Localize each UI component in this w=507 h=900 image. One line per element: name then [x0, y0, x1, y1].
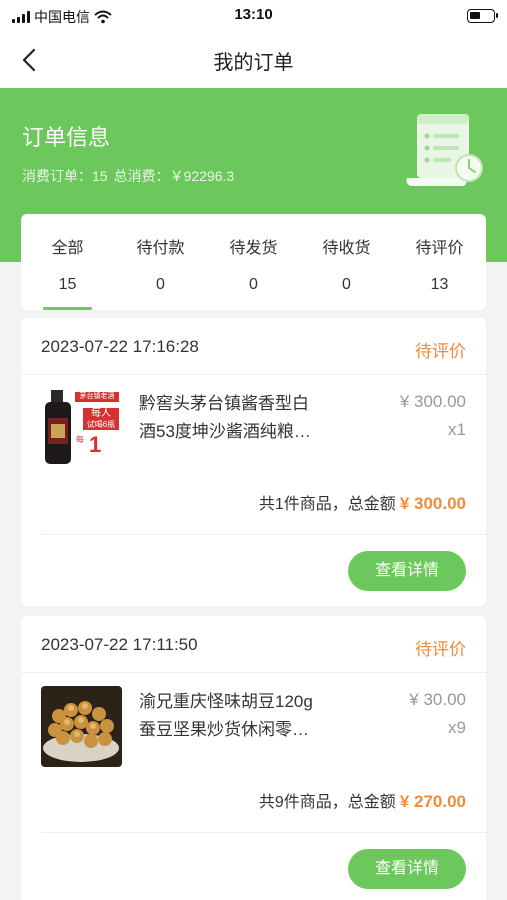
tab-0[interactable]: 全部 15 [21, 214, 114, 310]
tab-2[interactable]: 待发货 0 [207, 214, 300, 310]
product-name-line: 蚕豆坚果炒货休闲零… [139, 720, 309, 739]
order-total: ¥ 300.00 [399, 494, 466, 513]
summary-stats: 消费订单：15 总消费：￥92296.3 [22, 166, 234, 186]
total-spend-label: 总消费：￥92296.3 [113, 168, 235, 184]
tab-label: 待评价 [415, 240, 464, 257]
view-details-button[interactable]: 查看详情 [348, 551, 466, 591]
order-card: 2023-07-22 17:16:28 待评价 茅台镇老酒 每人 试喝6瓶 每 … [21, 318, 486, 606]
page-title: 我的订单 [213, 52, 294, 74]
tab-count: 0 [249, 276, 258, 293]
tab-count: 15 [58, 276, 77, 293]
product-name-line: 黔窖头茅台镇酱香型白 [139, 394, 309, 413]
tab-count: 13 [430, 276, 449, 293]
thumb-line1: 每人 [91, 408, 111, 419]
tab-1[interactable]: 待付款 0 [114, 214, 207, 310]
unit-price: ¥ 300.00 [399, 392, 466, 411]
quantity: x9 [448, 718, 466, 737]
tab-label: 全部 [51, 240, 84, 257]
tab-3[interactable]: 待收货 0 [300, 214, 393, 310]
clock: 13:10 [234, 6, 273, 23]
tab-label: 待收货 [322, 240, 371, 257]
product-name[interactable]: 黔窖头茅台镇酱香型白 酒53度坤沙酱酒纯粮… [139, 390, 349, 446]
nav-bar: 我的订单 [0, 32, 507, 88]
product-name-line: 渝兄重庆怪味胡豆120g [139, 692, 313, 711]
product-thumbnail[interactable]: 茅台镇老酒 每人 试喝6瓶 每 1 [41, 388, 122, 469]
product-name-line: 酒53度坤沙酱酒纯粮… [139, 422, 311, 441]
tab-label: 待发货 [229, 240, 278, 257]
thumb-side: 每 [76, 435, 84, 444]
tab-count: 0 [342, 276, 351, 293]
order-summary: 共1件商品，总金额 ¥ 300.00 [259, 490, 466, 514]
quantity: x1 [448, 420, 466, 439]
status-bar: 中国电信 13:10 [0, 0, 507, 32]
product-name[interactable]: 渝兄重庆怪味胡豆120g 蚕豆坚果炒货休闲零… [139, 688, 349, 744]
thumb-number: 1 [89, 432, 102, 457]
divider [41, 832, 486, 833]
order-datetime: 2023-07-22 17:11:50 [41, 635, 198, 654]
order-summary: 共9件商品，总金额 ¥ 270.00 [259, 788, 466, 812]
order-count-label: 消费订单：15 [22, 168, 108, 184]
thumb-banner: 茅台镇老酒 [79, 393, 115, 400]
order-status: 待评价 [415, 342, 466, 361]
tab-4[interactable]: 待评价 13 [393, 214, 486, 310]
product-thumbnail[interactable] [41, 686, 122, 767]
order-status-tabs: 全部 15 待付款 0 待发货 0 待收货 0 待评价 13 [21, 214, 486, 310]
divider [41, 534, 486, 535]
order-datetime: 2023-07-22 17:16:28 [41, 337, 199, 356]
summary-label: 共1件商品，总金额 [258, 496, 396, 513]
thumb-line2: 试喝6瓶 [86, 420, 116, 429]
view-details-button[interactable]: 查看详情 [348, 849, 466, 889]
tab-label: 待付款 [136, 240, 185, 257]
tab-count: 0 [156, 276, 165, 293]
divider [21, 374, 486, 375]
order-status: 待评价 [415, 640, 466, 659]
fava-beans-image [41, 686, 122, 767]
order-card: 2023-07-22 17:11:50 待评价 渝兄重庆怪味胡豆120g 蚕豆坚… [21, 616, 486, 900]
receipt-clock-icon [406, 114, 483, 186]
active-tab-indicator [43, 307, 92, 310]
battery-icon [467, 9, 498, 23]
summary-label: 共9件商品，总金额 [258, 794, 396, 811]
summary-title: 订单信息 [22, 125, 111, 150]
unit-price: ¥ 30.00 [409, 690, 466, 709]
order-total: ¥ 270.00 [399, 792, 466, 811]
divider [21, 672, 486, 673]
